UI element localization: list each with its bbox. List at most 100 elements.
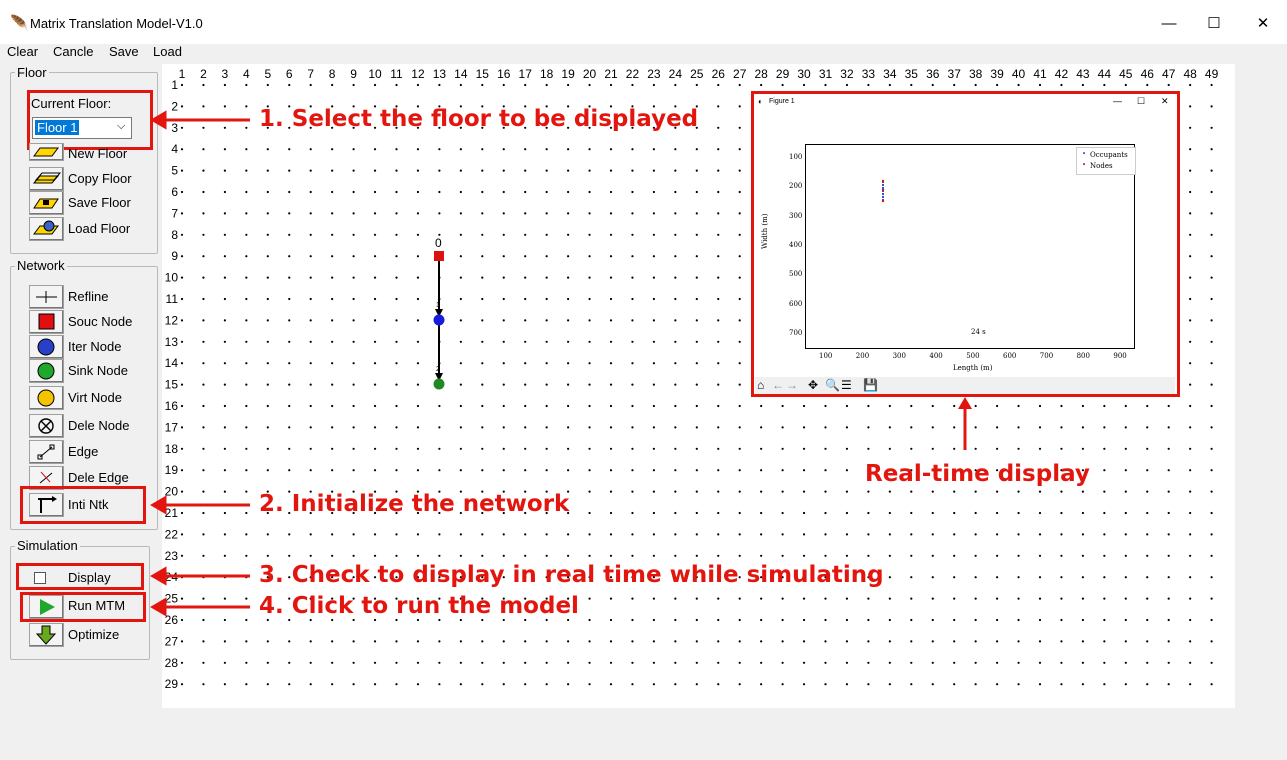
minimize-button[interactable]: — bbox=[1146, 10, 1192, 38]
optimize-button[interactable] bbox=[29, 623, 64, 647]
grid-dot bbox=[717, 169, 720, 172]
grid-dot bbox=[567, 276, 570, 279]
grid-dot bbox=[331, 148, 334, 151]
grid-dot bbox=[974, 511, 977, 515]
menu-cancle[interactable]: Cancle bbox=[53, 44, 93, 59]
grid-dot bbox=[1189, 297, 1192, 301]
grid-dot bbox=[352, 340, 355, 343]
grid-dot bbox=[652, 319, 655, 322]
refline-button[interactable] bbox=[29, 285, 64, 309]
virt-node-button[interactable] bbox=[29, 386, 64, 410]
grid-dot bbox=[309, 233, 312, 236]
grid-dot bbox=[352, 640, 355, 643]
grid-dot bbox=[1189, 233, 1192, 236]
grid-dot bbox=[738, 404, 741, 408]
grid-dot bbox=[459, 297, 462, 301]
sink-node-button[interactable] bbox=[29, 359, 64, 383]
grid-dot bbox=[695, 469, 698, 472]
grid-dot bbox=[288, 148, 291, 151]
grid-dot bbox=[652, 661, 655, 664]
grid-dot bbox=[459, 83, 462, 87]
save-floor-button[interactable] bbox=[29, 191, 64, 215]
grid-dot bbox=[438, 83, 441, 87]
grid-dot bbox=[910, 511, 913, 515]
menu-clear[interactable]: Clear bbox=[7, 44, 38, 59]
grid-dot bbox=[717, 148, 720, 151]
grid-dot bbox=[717, 212, 720, 215]
grid-dot bbox=[1167, 426, 1170, 429]
souc-node-button[interactable] bbox=[29, 310, 64, 334]
iter-node[interactable] bbox=[433, 314, 445, 326]
grid-dot bbox=[1017, 490, 1020, 493]
grid-dot bbox=[567, 362, 570, 365]
grid-dot bbox=[1124, 640, 1127, 643]
grid-dot bbox=[567, 618, 570, 622]
grid-dot bbox=[609, 362, 613, 365]
grid-dot bbox=[266, 83, 269, 87]
grid-dot bbox=[652, 597, 655, 600]
grid-dot bbox=[309, 383, 312, 386]
grid-dot bbox=[352, 212, 355, 215]
copy-floor-button[interactable] bbox=[29, 167, 64, 191]
grid-dot bbox=[1017, 640, 1020, 643]
grid-dot bbox=[1189, 212, 1192, 215]
grid-dot bbox=[1060, 640, 1063, 643]
grid-dot bbox=[416, 469, 420, 472]
grid-dot bbox=[1146, 597, 1149, 600]
grid-dot bbox=[373, 83, 377, 87]
grid-dot bbox=[352, 233, 355, 236]
grid-dot bbox=[1146, 83, 1149, 87]
grid-dot bbox=[459, 661, 462, 664]
edge-button[interactable] bbox=[29, 440, 64, 464]
grid-dot bbox=[1189, 276, 1192, 279]
grid-dot bbox=[717, 233, 720, 236]
grid-dot bbox=[695, 404, 698, 408]
grid-dot bbox=[1189, 533, 1192, 536]
grid-dot bbox=[331, 319, 334, 322]
grid-dot bbox=[1103, 576, 1106, 579]
sink-node[interactable] bbox=[433, 378, 445, 390]
grid-dot bbox=[717, 83, 720, 87]
save-floor-icon bbox=[33, 198, 59, 209]
grid-dot bbox=[717, 533, 720, 536]
grid-dot bbox=[223, 661, 226, 664]
grid-dot bbox=[416, 533, 420, 536]
column-label: 12 bbox=[411, 67, 425, 81]
grid-dot bbox=[266, 640, 269, 643]
grid-dot bbox=[373, 255, 377, 258]
grid-dot bbox=[609, 404, 613, 408]
grid-dot bbox=[1081, 597, 1084, 600]
grid-dot bbox=[953, 597, 956, 600]
grid-dot bbox=[309, 340, 312, 343]
grid-dot bbox=[352, 661, 355, 664]
load-floor-button[interactable] bbox=[29, 217, 64, 241]
grid-dot bbox=[459, 383, 462, 386]
grid-dot bbox=[481, 533, 484, 536]
network-group-label: Network bbox=[15, 258, 67, 273]
grid-dot bbox=[738, 683, 741, 686]
grid-dot bbox=[974, 83, 977, 87]
annotation-2: 2. Initialize the network bbox=[259, 491, 570, 517]
grid-dot bbox=[1038, 533, 1042, 536]
grid-dot bbox=[309, 469, 312, 472]
close-button[interactable]: ✕ bbox=[1240, 10, 1286, 38]
grid-dot bbox=[953, 83, 956, 87]
menu-load[interactable]: Load bbox=[153, 44, 182, 59]
grid-dot bbox=[1146, 533, 1149, 536]
column-label: 15 bbox=[476, 67, 490, 81]
grid-dot bbox=[288, 661, 291, 664]
menu-save[interactable]: Save bbox=[109, 44, 139, 59]
grid-dot bbox=[781, 533, 784, 536]
grid-dot bbox=[416, 148, 420, 151]
new-floor-button[interactable] bbox=[29, 143, 64, 161]
source-node[interactable] bbox=[434, 251, 444, 261]
grid-dot bbox=[481, 362, 484, 365]
grid-dot bbox=[481, 148, 484, 151]
maximize-button[interactable]: ☐ bbox=[1191, 10, 1237, 38]
dele-node-button[interactable] bbox=[29, 414, 64, 438]
iter-node-button[interactable] bbox=[29, 335, 64, 359]
grid-dot bbox=[438, 447, 441, 450]
grid-dot bbox=[395, 340, 398, 343]
grid-dot bbox=[1210, 618, 1213, 622]
grid-dot bbox=[674, 404, 677, 408]
